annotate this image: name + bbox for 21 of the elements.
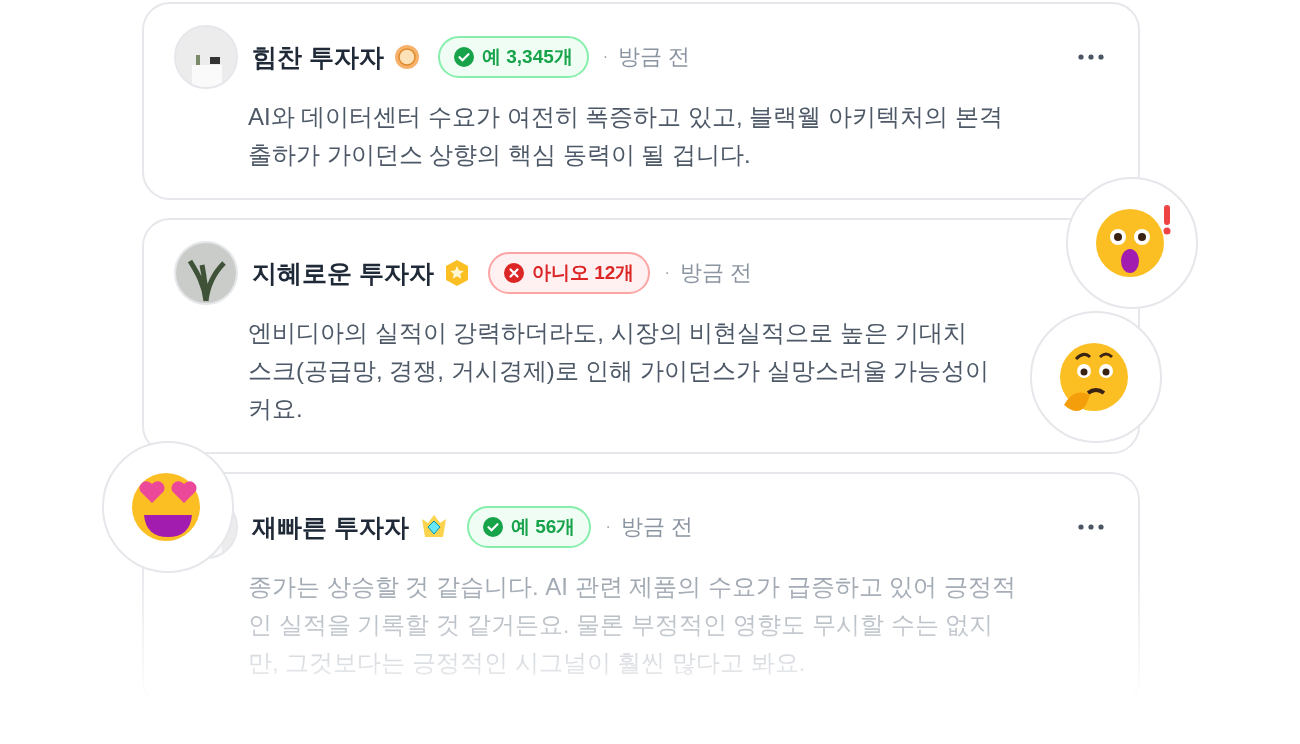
vote-badge: 예 3,345개 xyxy=(437,36,589,78)
check-circle-icon xyxy=(453,47,474,67)
post-time: 방금 전 xyxy=(620,513,693,541)
check-circle-icon xyxy=(482,517,503,537)
comment-text: 엔비디아의 실적이 강력하더라도, 시장의 비현실적으로 높은 기대치 스크(공급망, 경쟁, 거시경제)로 인해 가이던스가 실망스러울 가능성이 커요. xyxy=(248,318,990,424)
post-time: 방금 전 xyxy=(679,259,752,287)
post-time: 방금 전 xyxy=(618,43,691,71)
separator-dot: · xyxy=(664,264,670,282)
comment-text: AI와 데이터센터 수요가 여전히 폭증하고 있고, 블랙웰 아키텍처의 본격 출하가 가이던스 상향의 핵심 동력이 될 겁니다. xyxy=(248,102,1003,170)
more-icon xyxy=(1078,524,1104,530)
vote-badge: 아니오 12개 xyxy=(487,252,651,294)
close-circle-icon xyxy=(503,263,524,283)
author-name: 지혜로운 투자자 xyxy=(252,257,434,289)
author-name: 힘찬 투자자 xyxy=(252,41,384,73)
separator-dot: · xyxy=(605,518,611,536)
author-name: 재빠른 투자자 xyxy=(252,511,409,543)
vote-badge: 예 56개 xyxy=(466,506,592,548)
coin-badge-icon xyxy=(393,44,420,70)
star-badge-icon xyxy=(443,259,470,287)
separator-dot: · xyxy=(602,48,609,66)
more-icon xyxy=(1078,54,1104,60)
